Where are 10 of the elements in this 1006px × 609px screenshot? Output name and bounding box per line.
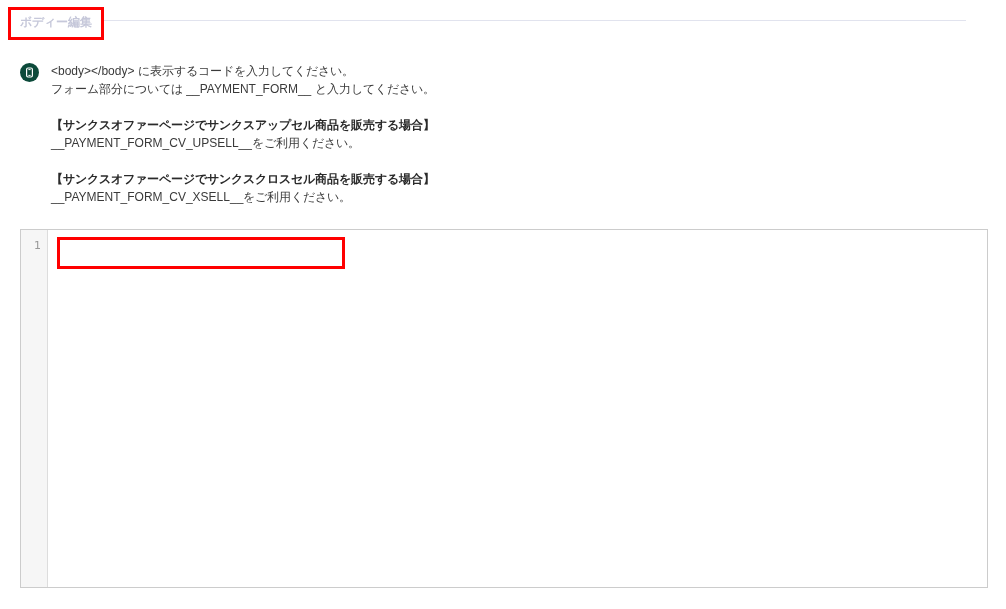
notice-heading: 【サンクスオファーページでサンクスアップセル商品を販売する場合】: [51, 117, 435, 134]
notice-text: <body></body> に表示するコードを入力してください。: [51, 63, 355, 80]
code-editor[interactable]: 1: [20, 229, 988, 588]
line-number: 1: [34, 238, 41, 254]
notice-text: __PAYMENT_FORM_CV_UPSELL__をご利用ください。: [51, 135, 361, 152]
notice-text: フォーム部分については __PAYMENT_FORM__ と入力してください。: [51, 81, 435, 98]
phone-icon: [20, 63, 39, 82]
section-title: ボディー編集: [20, 13, 92, 31]
notice-text: __PAYMENT_FORM_CV_XSELL__をご利用ください。: [51, 189, 353, 206]
notice-heading: 【サンクスオファーページでサンクスクロスセル商品を販売する場合】: [51, 171, 435, 188]
